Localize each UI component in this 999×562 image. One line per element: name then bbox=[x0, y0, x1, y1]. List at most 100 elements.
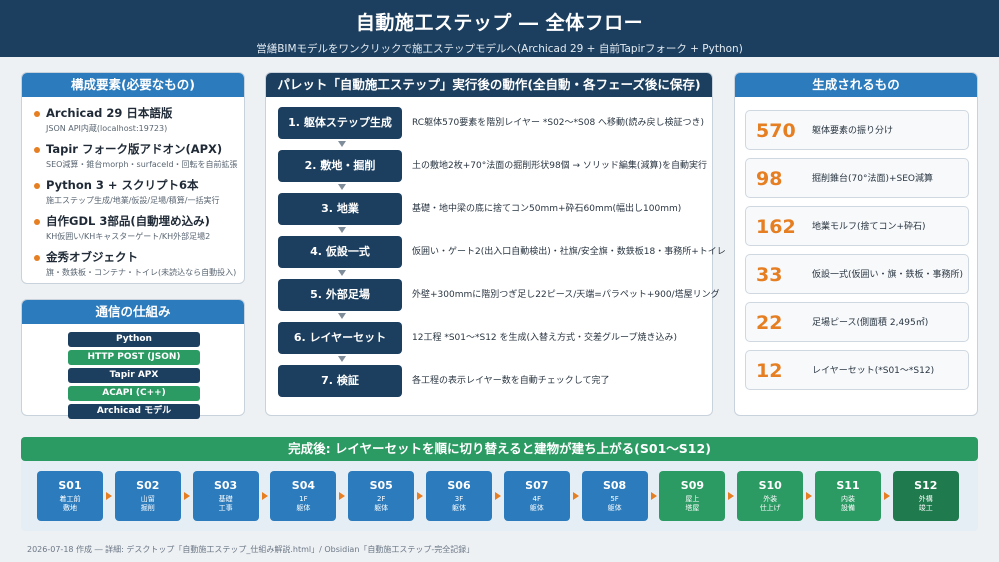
component-item: 金秀オブジェクト 旗・数鉄板・コンテナ・トイレ(未読込なら自動投入) bbox=[34, 249, 238, 285]
components-list: Archicad 29 日本語版 JSON API内蔵(localhost:19… bbox=[34, 105, 238, 285]
step-desc: 基礎・地中梁の底に捨てコン50mm+砕石60mm(幅出し100mm) bbox=[412, 204, 682, 214]
step-row: 5. 外部足場 外壁+300mmに階別つぎ足し22ピース/天端=パラペット+90… bbox=[278, 279, 720, 311]
sequence-step-s12: S12 外構 竣工 bbox=[892, 471, 959, 521]
sequence-step-s04: S04 1F 躯体 bbox=[270, 471, 337, 521]
step-box: 4. 仮設一式 bbox=[278, 236, 402, 268]
sequence-title: 完成後: レイヤーセットを順に切り替えると建物が建ち上がる(S01〜S12) bbox=[21, 437, 978, 461]
bullet-dot-icon bbox=[34, 255, 40, 261]
bullet-dot-icon bbox=[34, 219, 40, 225]
results-title: 生成されるもの bbox=[735, 73, 977, 97]
sequence-step-label: 内装 設備 bbox=[841, 495, 855, 512]
step-row: 3. 地業 基礎・地中梁の底に捨てコン50mm+砕石60mm(幅出し100mm) bbox=[278, 193, 708, 225]
sequence-step-s05: S05 2F 躯体 bbox=[348, 471, 415, 521]
step-box: 5. 外部足場 bbox=[278, 279, 402, 311]
result-card: 33 仮設一式(仮囲い・旗・鉄板・事務所) bbox=[745, 254, 969, 294]
step-box: 7. 検証 bbox=[278, 365, 402, 397]
sequence-step-label: 2F 躯体 bbox=[374, 495, 389, 512]
result-number: 98 bbox=[756, 168, 783, 190]
component-item: 自作GDL 3部品(自動埋め込み) KH仮囲い/KHキャスターゲート/KH外部足… bbox=[34, 213, 238, 249]
component-name: 金秀オブジェクト bbox=[46, 250, 138, 264]
result-card: 162 地業モルフ(捨てコン+砕石) bbox=[745, 206, 969, 246]
component-name: 自作GDL 3部品(自動埋め込み) bbox=[46, 214, 210, 228]
component-item: Python 3 + スクリプト6本 施工ステップ生成/地業/仮設/足場/積算/… bbox=[34, 177, 238, 213]
step-box: 2. 敷地・掘削 bbox=[278, 150, 402, 182]
sequence-step-code: S10 bbox=[758, 479, 782, 492]
sequence-step-label: 5F 躯体 bbox=[607, 495, 622, 512]
components-title: 構成要素(必要なもの) bbox=[22, 73, 244, 97]
result-number: 33 bbox=[756, 264, 783, 286]
component-name: Python 3 + スクリプト6本 bbox=[46, 178, 199, 192]
right-arrow-icon bbox=[650, 492, 657, 500]
sequence-step-label: 3F 躯体 bbox=[452, 495, 466, 512]
down-arrow-icon bbox=[338, 141, 346, 147]
result-card: 22 足場ピース(側面積 2,495㎡) bbox=[745, 302, 969, 342]
stack-layer-http: HTTP POST (JSON) bbox=[68, 350, 200, 365]
comms-stack: Python HTTP POST (JSON) Tapir APX ACAPI … bbox=[68, 332, 200, 422]
components-panel: 構成要素(必要なもの) Archicad 29 日本語版 JSON API内蔵(… bbox=[21, 72, 245, 284]
stack-layer-tapir: Tapir APX bbox=[68, 368, 200, 383]
component-item: Tapir フォーク版アドオン(APX) SEO減算・錐台morph・surfa… bbox=[34, 141, 238, 177]
right-arrow-icon bbox=[572, 492, 579, 500]
sequence-step-label: 基礎 工事 bbox=[218, 495, 233, 512]
result-label: 仮設一式(仮囲い・旗・鉄板・事務所) bbox=[812, 270, 964, 280]
step-row: 1. 躯体ステップ生成 RC躯体570要素を階別レイヤー *S02〜*S08 へ… bbox=[278, 107, 708, 139]
sequence-step-code: S02 bbox=[136, 479, 160, 492]
step-desc: 12工程 *S01〜*S12 を生成(入替え方式・交差グループ焼き込み) bbox=[412, 333, 677, 343]
sequence-step-label: 山留 掘削 bbox=[140, 495, 155, 512]
result-card: 570 躯体要素の振り分け bbox=[745, 110, 969, 150]
right-arrow-icon bbox=[495, 492, 501, 500]
sequence-step-label: 外構 竣工 bbox=[918, 495, 933, 512]
right-arrow-icon bbox=[884, 492, 890, 500]
sequence-step-code: S05 bbox=[369, 479, 393, 492]
sequence-step-code: S09 bbox=[680, 479, 704, 492]
down-arrow-icon bbox=[338, 270, 346, 276]
right-arrow-icon bbox=[339, 492, 346, 500]
stack-layer-acapi: ACAPI (C++) bbox=[68, 386, 200, 401]
result-number: 162 bbox=[756, 216, 796, 238]
sequence-step-label: 4F 躯体 bbox=[529, 495, 544, 512]
result-label: 地業モルフ(捨てコン+砕石) bbox=[812, 222, 926, 232]
actions-title: パレット「自動施工ステップ」実行後の動作(全自動・各フェーズ後に保存) bbox=[266, 73, 712, 97]
step-desc: 外壁+300mmに階別つぎ足し22ピース/天端=パラペット+900/塔屋リング bbox=[412, 290, 720, 300]
down-arrow-icon bbox=[338, 313, 346, 319]
right-arrow-icon bbox=[183, 492, 190, 500]
sequence-step-s07: S07 4F 躯体 bbox=[503, 471, 570, 521]
component-desc: 施工ステップ生成/地業/仮設/足場/積算/一括実行 bbox=[46, 196, 220, 205]
result-label: 躯体要素の振り分け bbox=[812, 126, 894, 136]
sequence-step-s10: S10 外装 仕上げ bbox=[737, 471, 804, 521]
right-arrow-icon bbox=[106, 492, 112, 500]
sequence-step-s03: S03 基礎 工事 bbox=[192, 471, 259, 521]
step-row: 4. 仮設一式 仮囲い・ゲート2(出入口自動検出)・社旗/安全旗・数鉄板18・事… bbox=[278, 236, 726, 268]
bullet-dot-icon bbox=[34, 147, 40, 153]
comms-panel: 通信の仕組み Python HTTP POST (JSON) Tapir APX… bbox=[21, 299, 245, 419]
down-arrow-icon bbox=[338, 184, 346, 190]
result-label: 掘削錐台(70°法面)+SEO減算 bbox=[812, 174, 933, 184]
footer-note: 2026-07-18 作成 ― 詳細: デスクトップ「自動施工ステップ_仕組み解… bbox=[27, 545, 475, 554]
result-card: 98 掘削錐台(70°法面)+SEO減算 bbox=[745, 158, 969, 198]
step-row: 7. 検証 各工程の表示レイヤー数を自動チェックして完了 bbox=[278, 365, 708, 397]
result-label: 足場ピース(側面積 2,495㎡) bbox=[812, 318, 929, 328]
step-row: 2. 敷地・掘削 土の敷地2枚+70°法面の掘削形状98個 → ソリッド編集(減… bbox=[278, 150, 708, 182]
sequence-step-label: 1F 躯体 bbox=[296, 495, 311, 512]
down-arrow-icon bbox=[338, 356, 346, 362]
sequence-step-code: S08 bbox=[602, 479, 627, 492]
sequence-step-code: S03 bbox=[213, 479, 238, 492]
sequence-step-s06: S06 3F 躯体 bbox=[426, 471, 492, 521]
step-desc: 各工程の表示レイヤー数を自動チェックして完了 bbox=[412, 376, 610, 386]
sequence-area: S01 着工前 敷地 S02 山留 掘削 S03 基礎 工事 S04 1F 躯体 S05 2F 躯… bbox=[21, 461, 978, 531]
page-title: 自動施工ステップ ― 全体フロー bbox=[355, 12, 644, 34]
result-card: 12 レイヤーセット(*S01〜*S12) bbox=[745, 350, 969, 390]
result-number: 570 bbox=[756, 120, 796, 142]
sequence-step-s09: S09 屋上 塔屋 bbox=[659, 471, 726, 521]
actions-panel: パレット「自動施工ステップ」実行後の動作(全自動・各フェーズ後に保存) 1. 躯… bbox=[265, 72, 726, 416]
step-box: 1. 躯体ステップ生成 bbox=[278, 107, 402, 139]
component-item: Archicad 29 日本語版 JSON API内蔵(localhost:19… bbox=[34, 105, 238, 141]
sequence-step-s01: S01 着工前 敷地 bbox=[37, 471, 103, 521]
step-desc: 土の敷地2枚+70°法面の掘削形状98個 → ソリッド編集(減算)を自動実行 bbox=[412, 161, 707, 171]
sequence-step-code: S04 bbox=[291, 479, 315, 492]
sequence-step-code: S12 bbox=[914, 479, 938, 492]
sequence-step-code: S06 bbox=[447, 479, 471, 492]
page-header: 自動施工ステップ ― 全体フロー 営繕BIMモデルをワンクリックで施工ステップモ… bbox=[0, 0, 999, 57]
sequence-step-code: S11 bbox=[836, 479, 860, 492]
sequence-step-label: 外装 仕上げ bbox=[759, 495, 781, 512]
